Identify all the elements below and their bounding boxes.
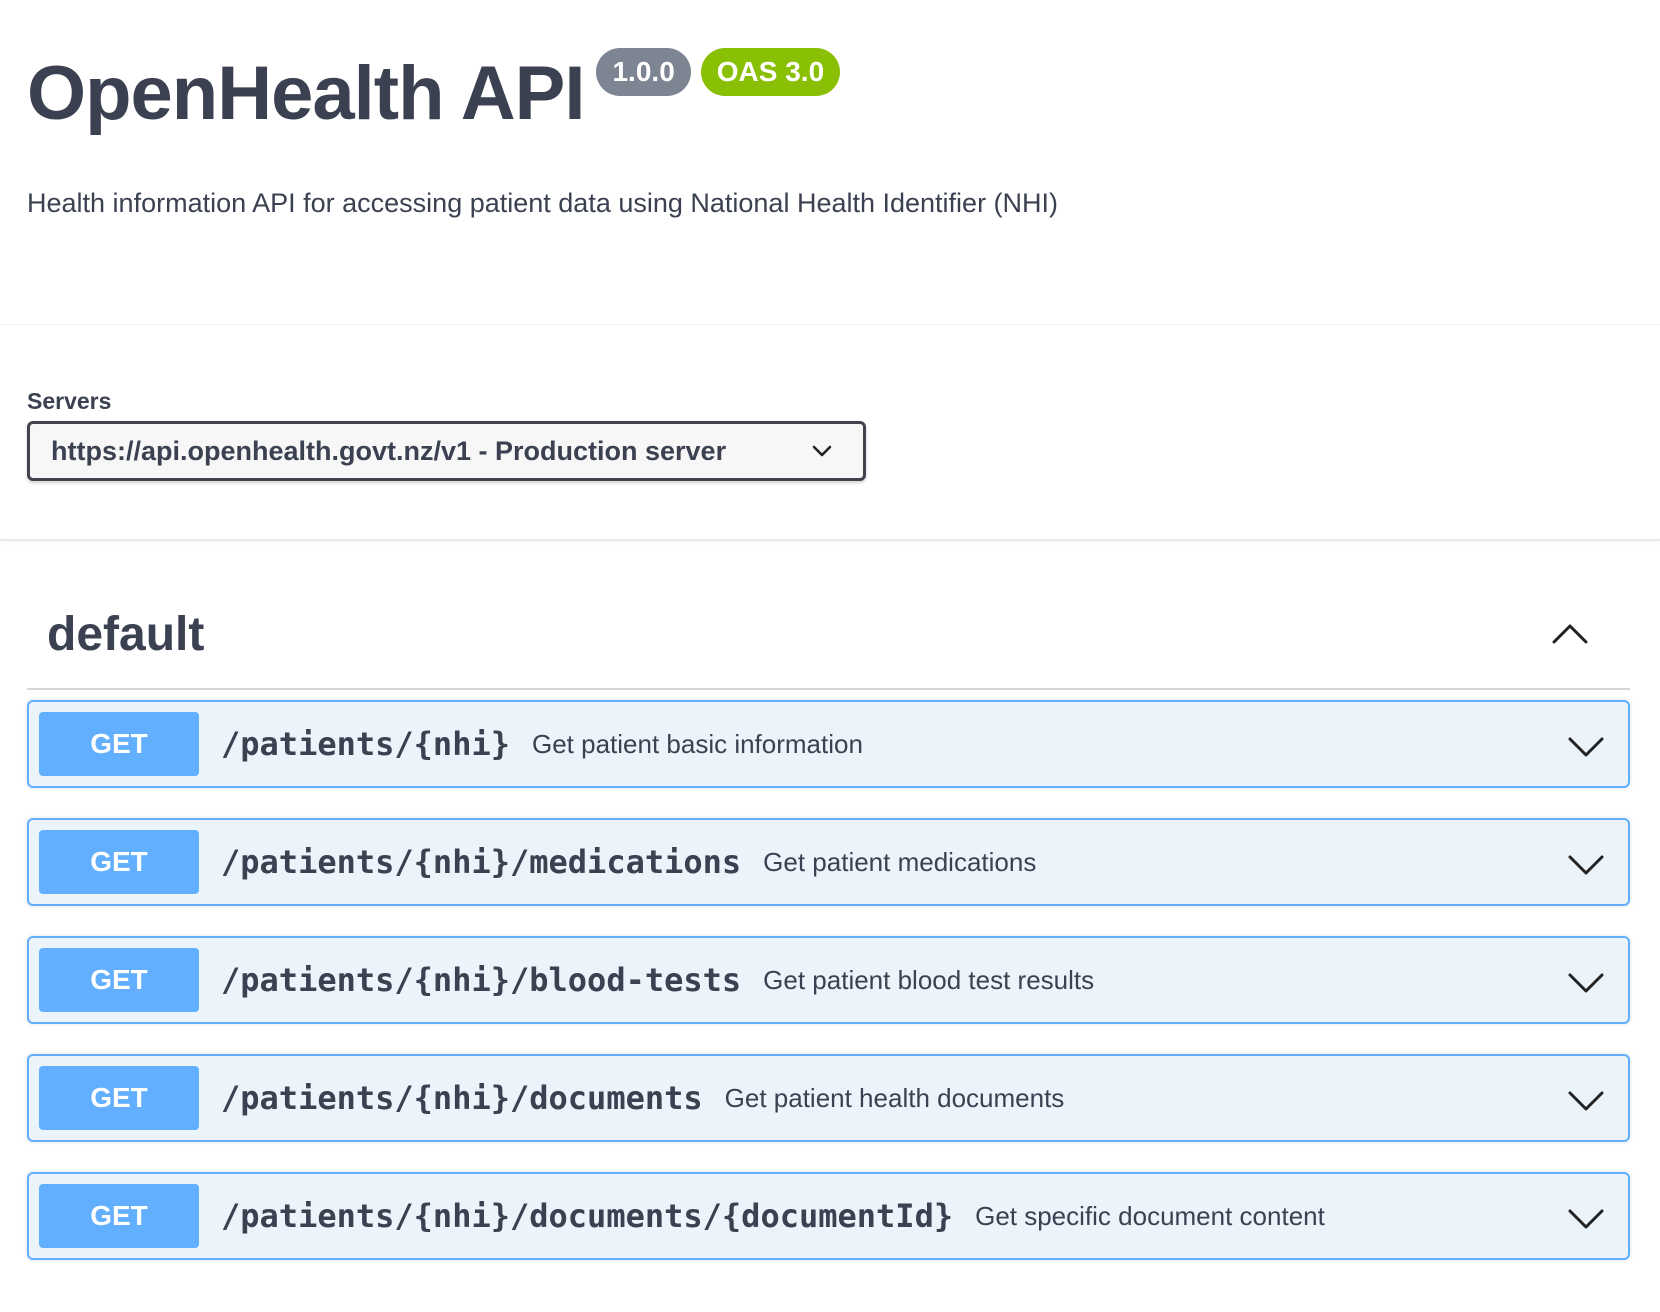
operation-summary: Get patient medications (763, 846, 1037, 877)
operation-get-patient[interactable]: GET /patients/{nhi} Get patient basic in… (27, 700, 1630, 788)
operation-path: /patients/{nhi}/documents (221, 1079, 703, 1117)
chevron-down-icon[interactable] (1566, 726, 1606, 766)
tag-section-default: default GET /patients/{nhi} Get patient … (27, 580, 1630, 1290)
method-badge: GET (39, 712, 199, 776)
servers-section: Servers https://api.openhealth.govt.nz/v… (0, 326, 1660, 541)
operation-summary: Get specific document content (975, 1200, 1325, 1231)
operation-path: /patients/{nhi}/blood-tests (221, 961, 742, 999)
operation-path: /patients/{nhi} (221, 725, 510, 763)
title-row: OpenHealth API 1.0.0 OAS 3.0 (27, 48, 841, 140)
chevron-down-icon[interactable] (1566, 1198, 1606, 1238)
operation-path: /patients/{nhi}/documents/{documentId} (221, 1197, 954, 1235)
operation-path: /patients/{nhi}/medications (221, 843, 742, 881)
chevron-up-icon[interactable] (1550, 614, 1590, 654)
tag-name: default (47, 607, 205, 661)
chevron-down-icon (812, 445, 832, 457)
method-badge: GET (39, 1066, 199, 1130)
chevron-down-icon[interactable] (1566, 1080, 1606, 1120)
operation-summary: Get patient blood test results (763, 964, 1095, 995)
operation-get-medications[interactable]: GET /patients/{nhi}/medications Get pati… (27, 818, 1630, 906)
page-title: OpenHealth API (27, 51, 585, 136)
server-select[interactable]: https://api.openhealth.govt.nz/v1 - Prod… (27, 421, 866, 481)
tag-header[interactable]: default (27, 580, 1630, 690)
method-badge: GET (39, 830, 199, 894)
info-section: OpenHealth API 1.0.0 OAS 3.0 Health info… (0, 0, 1660, 325)
api-description: Health information API for accessing pat… (27, 188, 1059, 218)
chevron-down-icon[interactable] (1566, 844, 1606, 884)
server-selected-value: https://api.openhealth.govt.nz/v1 - Prod… (51, 435, 727, 466)
operation-get-document-content[interactable]: GET /patients/{nhi}/documents/{documentI… (27, 1172, 1630, 1260)
operation-get-blood-tests[interactable]: GET /patients/{nhi}/blood-tests Get pati… (27, 936, 1630, 1024)
chevron-down-icon[interactable] (1566, 962, 1606, 1002)
operation-summary: Get patient health documents (724, 1082, 1065, 1113)
operation-summary: Get patient basic information (531, 728, 863, 759)
operation-get-documents[interactable]: GET /patients/{nhi}/documents Get patien… (27, 1054, 1630, 1142)
operations-list: GET /patients/{nhi} Get patient basic in… (27, 690, 1630, 1260)
version-badge: 1.0.0 (596, 48, 691, 96)
oas-badge: OAS 3.0 (700, 48, 841, 96)
method-badge: GET (39, 948, 199, 1012)
servers-label: Servers (27, 388, 112, 414)
method-badge: GET (39, 1184, 199, 1248)
